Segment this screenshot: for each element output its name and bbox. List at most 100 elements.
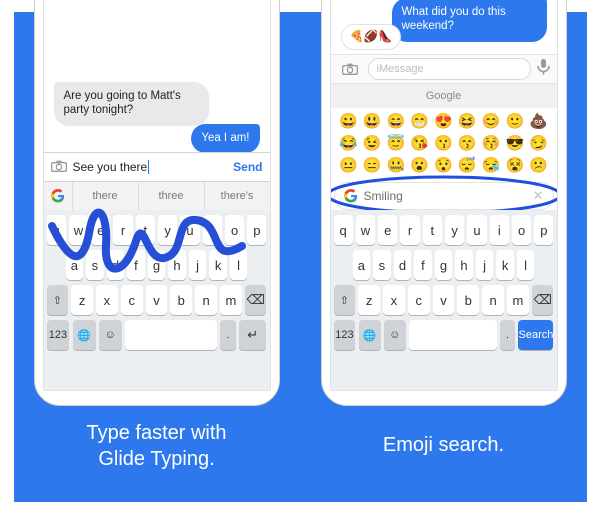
emoji-cell[interactable]: 😗 xyxy=(434,134,453,152)
emoji-cell[interactable]: 😊 xyxy=(482,112,501,130)
key-y[interactable]: y xyxy=(158,215,177,245)
space-key[interactable] xyxy=(125,320,217,350)
key-a[interactable]: a xyxy=(353,250,370,280)
emoji-cell[interactable]: 😐 xyxy=(339,156,358,174)
mic-icon[interactable] xyxy=(537,59,550,80)
emoji-cell[interactable]: 😉 xyxy=(363,134,382,152)
globe-key[interactable]: 🌐 xyxy=(359,320,381,350)
key-j[interactable]: j xyxy=(189,250,206,280)
key-u[interactable]: u xyxy=(467,215,486,245)
key-x[interactable]: x xyxy=(96,285,118,315)
key-b[interactable]: b xyxy=(457,285,479,315)
key-d[interactable]: d xyxy=(394,250,411,280)
key-z[interactable]: z xyxy=(358,285,380,315)
key-l[interactable]: l xyxy=(230,250,247,280)
key-r[interactable]: r xyxy=(113,215,132,245)
key-s[interactable]: s xyxy=(373,250,390,280)
key-a[interactable]: a xyxy=(66,250,83,280)
globe-key[interactable]: 🌐 xyxy=(73,320,96,350)
emoji-cell[interactable]: 😵 xyxy=(505,156,524,174)
key-f[interactable]: f xyxy=(414,250,431,280)
shift-key[interactable]: ⇧ xyxy=(47,285,69,315)
key-b[interactable]: b xyxy=(170,285,192,315)
return-key[interactable]: ↵ xyxy=(239,320,267,350)
emoji-cell[interactable]: 😚 xyxy=(482,134,501,152)
key-m[interactable]: m xyxy=(507,285,529,315)
search-key[interactable]: Search xyxy=(518,320,553,350)
emoji-key[interactable]: ☺ xyxy=(99,320,122,350)
emoji-cell[interactable]: 😏 xyxy=(529,134,548,152)
emoji-cell[interactable]: 🙂 xyxy=(505,112,524,130)
emoji-cell[interactable]: 😯 xyxy=(434,156,453,174)
key-e[interactable]: e xyxy=(378,215,397,245)
dot-key[interactable]: . xyxy=(500,320,515,350)
key-v[interactable]: v xyxy=(146,285,168,315)
key-h[interactable]: h xyxy=(455,250,472,280)
emoji-cell[interactable]: 😂 xyxy=(339,134,358,152)
space-key[interactable] xyxy=(409,320,497,350)
message-input[interactable]: iMessage xyxy=(368,58,531,80)
key-p[interactable]: p xyxy=(534,215,553,245)
emoji-cell[interactable]: 😁 xyxy=(410,112,429,130)
emoji-cell[interactable]: 😑 xyxy=(363,156,382,174)
send-button[interactable]: Send xyxy=(233,160,262,174)
key-g[interactable]: g xyxy=(435,250,452,280)
emoji-cell[interactable]: 😴 xyxy=(458,156,477,174)
compose-input[interactable]: See you there xyxy=(73,160,234,175)
numbers-key[interactable]: 123 xyxy=(47,320,70,350)
key-i[interactable]: i xyxy=(203,215,222,245)
key-y[interactable]: y xyxy=(445,215,464,245)
key-c[interactable]: c xyxy=(121,285,143,315)
key-o[interactable]: o xyxy=(512,215,531,245)
suggestion-2[interactable]: three xyxy=(138,182,204,210)
key-i[interactable]: i xyxy=(490,215,509,245)
backspace-key[interactable]: ⌫ xyxy=(532,285,554,315)
key-g[interactable]: g xyxy=(148,250,165,280)
key-u[interactable]: u xyxy=(180,215,199,245)
emoji-cell[interactable]: 😇 xyxy=(387,134,406,152)
emoji-cell[interactable]: 😍 xyxy=(434,112,453,130)
emoji-cell[interactable]: 😮 xyxy=(410,156,429,174)
key-c[interactable]: c xyxy=(408,285,430,315)
key-q[interactable]: q xyxy=(47,215,66,245)
key-s[interactable]: s xyxy=(86,250,103,280)
key-q[interactable]: q xyxy=(334,215,353,245)
emoji-key[interactable]: ☺ xyxy=(384,320,406,350)
emoji-cell[interactable]: 💩 xyxy=(529,112,548,130)
emoji-cell[interactable]: 😃 xyxy=(363,112,382,130)
emoji-cell[interactable]: 😆 xyxy=(458,112,477,130)
camera-icon[interactable] xyxy=(338,59,362,79)
key-x[interactable]: x xyxy=(383,285,405,315)
key-k[interactable]: k xyxy=(496,250,513,280)
key-l[interactable]: l xyxy=(517,250,534,280)
camera-icon[interactable] xyxy=(51,160,67,175)
emoji-cell[interactable]: 😎 xyxy=(505,134,524,152)
suggestion-1[interactable]: there xyxy=(72,182,138,210)
key-t[interactable]: t xyxy=(423,215,442,245)
emoji-cell[interactable]: 😘 xyxy=(410,134,429,152)
key-k[interactable]: k xyxy=(209,250,226,280)
key-e[interactable]: e xyxy=(91,215,110,245)
key-w[interactable]: w xyxy=(356,215,375,245)
emoji-cell[interactable]: 🤐 xyxy=(387,156,406,174)
google-g-icon[interactable] xyxy=(44,189,72,203)
key-o[interactable]: o xyxy=(225,215,244,245)
emoji-search-bar[interactable]: Smiling ✕ xyxy=(334,182,554,210)
emoji-cell[interactable]: 😙 xyxy=(458,134,477,152)
numbers-key[interactable]: 123 xyxy=(334,320,356,350)
clear-icon[interactable]: ✕ xyxy=(533,188,544,204)
emoji-cell[interactable]: 😕 xyxy=(529,156,548,174)
dot-key[interactable]: . xyxy=(220,320,236,350)
emoji-cell[interactable]: 😀 xyxy=(339,112,358,130)
key-f[interactable]: f xyxy=(127,250,144,280)
key-n[interactable]: n xyxy=(482,285,504,315)
key-t[interactable]: t xyxy=(136,215,155,245)
key-d[interactable]: d xyxy=(107,250,124,280)
key-n[interactable]: n xyxy=(195,285,217,315)
key-z[interactable]: z xyxy=(71,285,93,315)
key-h[interactable]: h xyxy=(168,250,185,280)
backspace-key[interactable]: ⌫ xyxy=(245,285,267,315)
key-r[interactable]: r xyxy=(400,215,419,245)
suggestion-3[interactable]: there's xyxy=(204,182,270,210)
key-w[interactable]: w xyxy=(69,215,88,245)
